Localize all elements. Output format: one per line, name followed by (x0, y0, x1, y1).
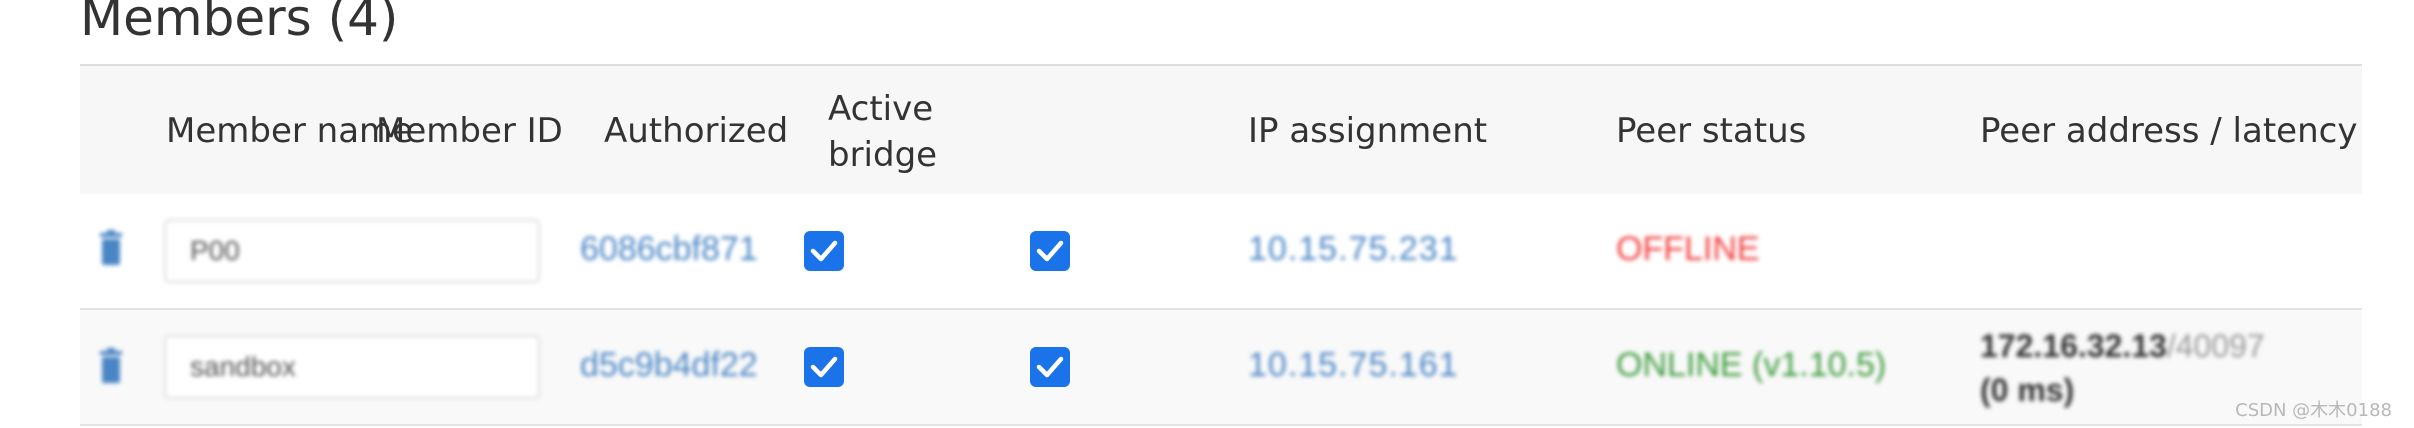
peer-status: ONLINE (v1.10.5) (1616, 346, 1887, 384)
checkmark-icon (1036, 356, 1064, 378)
trash-icon[interactable] (98, 348, 124, 384)
peer-address-latency: 172.16.32.13/40097 (0 ms) (1980, 324, 2265, 412)
checkmark-icon (1036, 240, 1064, 262)
member-name-input[interactable] (164, 335, 540, 399)
peer-port: /40097 (2166, 328, 2265, 364)
member-id-link[interactable]: 6086cbf871 (580, 230, 758, 269)
watermark: CSDN @木木0188 (2235, 400, 2392, 421)
member-name-input[interactable] (164, 219, 540, 283)
column-header-member-id: Member ID (376, 111, 563, 151)
column-header-active-bridge-line1: Active (828, 89, 934, 129)
peer-address: 172.16.32.13 (1980, 328, 2167, 364)
checkmark-icon (810, 240, 838, 262)
column-header-active-bridge-line2: bridge (828, 135, 938, 175)
members-section-title: Members (4) (80, 0, 399, 47)
peer-status: OFFLINE (1616, 230, 1760, 268)
table-row: d5c9b4df22 10.15.75.161 ONLINE (v1.10.5)… (80, 308, 2362, 426)
authorized-checkbox[interactable] (804, 347, 844, 387)
column-header-active-bridge: Active bridge (828, 86, 937, 178)
member-id-link[interactable]: d5c9b4df22 (580, 346, 758, 385)
authorized-checkbox[interactable] (804, 231, 844, 271)
column-header-peer-status: Peer status (1616, 111, 1807, 151)
trash-icon[interactable] (98, 230, 124, 266)
ip-assignment-link[interactable]: 10.15.75.161 (1248, 346, 1459, 385)
members-table: Member name Member ID Authorized Active … (80, 64, 2362, 426)
members-page: Members (4) Member name Member ID Author… (0, 0, 2414, 428)
checkmark-icon (810, 356, 838, 378)
table-row: 6086cbf871 10.15.75.231 OFFLINE (80, 194, 2362, 308)
active-bridge-checkbox[interactable] (1030, 347, 1070, 387)
column-header-ip-assignment: IP assignment (1248, 111, 1488, 151)
column-header-peer-address-latency: Peer address / latency (1980, 111, 2358, 151)
table-header: Member name Member ID Authorized Active … (80, 64, 2362, 194)
active-bridge-checkbox[interactable] (1030, 231, 1070, 271)
peer-latency: (0 ms) (1980, 372, 2075, 408)
ip-assignment-link[interactable]: 10.15.75.231 (1248, 230, 1459, 269)
column-header-authorized: Authorized (604, 111, 789, 151)
